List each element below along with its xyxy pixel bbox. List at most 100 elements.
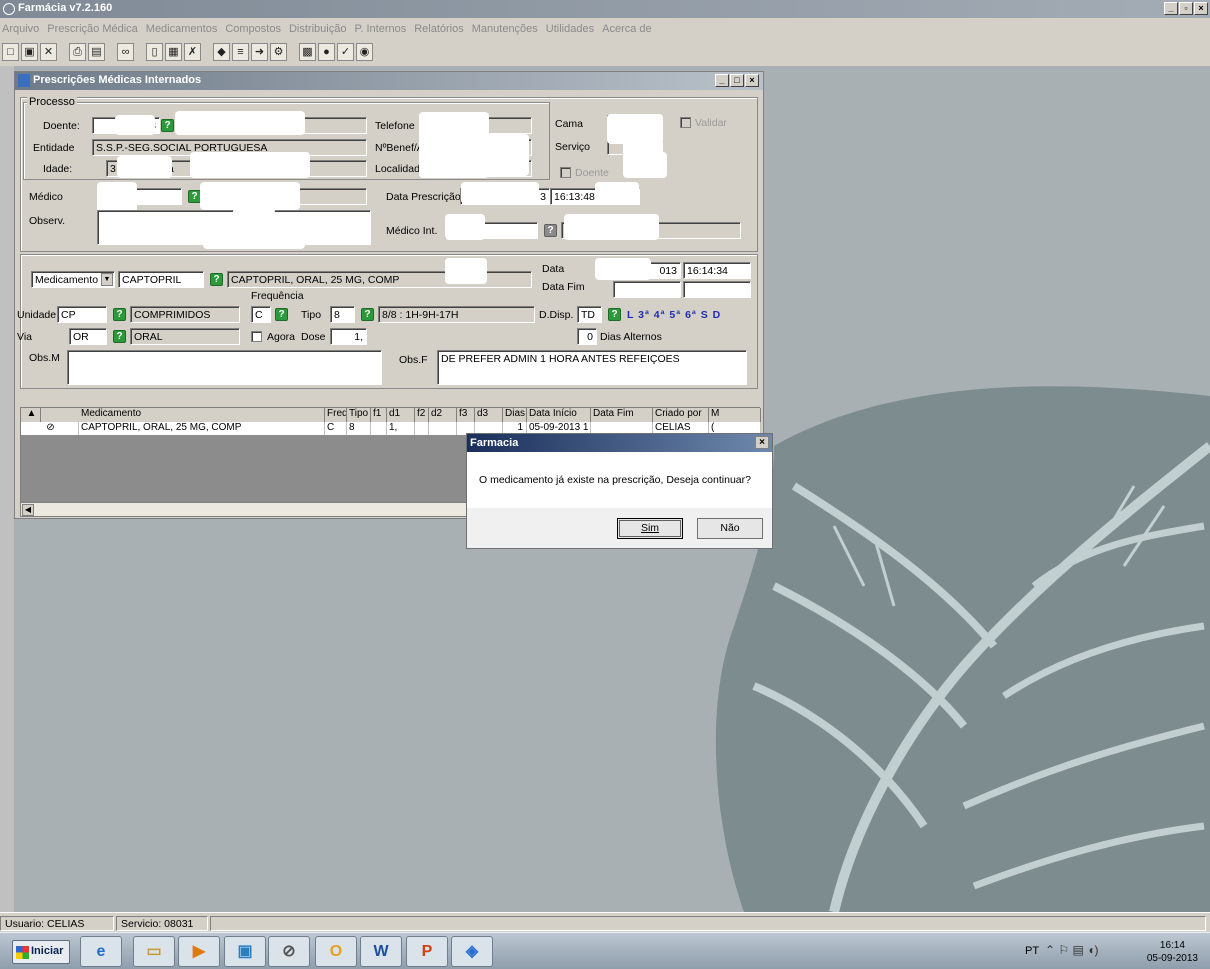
new-icon[interactable]: □ (2, 43, 19, 61)
excel-icon[interactable]: ✗ (184, 43, 201, 61)
col-criado-por[interactable]: Criado por (653, 408, 709, 422)
start-button[interactable]: Iniciar (12, 940, 71, 964)
tipo-field[interactable]: 8 (330, 306, 355, 323)
via-help-icon[interactable]: ? (113, 330, 126, 343)
col-medicamento[interactable]: Medicamento (79, 408, 325, 422)
toolbar: □ ▣ ✕ ⎙ ▤ ∞ ▯ ▦ ✗ ◆ ≡ ➜ ⚙ ▩ ● ✓ ◉ (0, 40, 1210, 66)
volume-icon[interactable]: ◖) (1087, 943, 1098, 957)
col-f2[interactable]: f2 (415, 408, 429, 422)
network-app-icon[interactable]: ▣ (224, 936, 266, 967)
menu-distribuicao[interactable]: Distribuição (289, 23, 346, 40)
outlook-icon[interactable]: O (315, 936, 357, 967)
powerpoint-icon[interactable]: P (406, 936, 448, 967)
doente-checkbox[interactable] (560, 167, 571, 178)
medicamento-code-field[interactable]: CAPTOPRIL (118, 271, 204, 288)
ddisp-help-icon[interactable]: ? (608, 308, 621, 321)
dose-field[interactable]: 1, (330, 328, 367, 345)
col-f1[interactable]: f1 (371, 408, 387, 422)
export-icon[interactable]: ▦ (165, 43, 182, 61)
sim-button[interactable]: Sim (617, 518, 683, 539)
check-icon[interactable]: ✓ (337, 43, 354, 61)
agora-checkbox[interactable] (251, 331, 262, 342)
ddisp-field[interactable]: TD (577, 306, 602, 323)
network-icon[interactable]: ▤ (1073, 943, 1084, 957)
col-f3[interactable]: f3 (457, 408, 475, 422)
dias-alternos-field[interactable]: 0 (577, 328, 597, 345)
col-tipo[interactable]: Tipo (347, 408, 371, 422)
agora-label: Agora (267, 331, 296, 343)
col-d3[interactable]: d3 (475, 408, 503, 422)
ok-icon[interactable]: ◉ (356, 43, 373, 61)
type-select[interactable]: Medicamento ▼ (31, 271, 115, 288)
close-button[interactable]: × (1194, 2, 1208, 15)
show-hidden-icons-icon[interactable]: ⌃ (1045, 943, 1055, 957)
page-icon[interactable]: ▯ (146, 43, 163, 61)
tool-icon[interactable]: ≡ (232, 43, 249, 61)
print-preview-icon[interactable]: ▤ (88, 43, 105, 61)
nao-button[interactable]: Não (697, 518, 763, 539)
data-fim-time-field[interactable] (683, 281, 751, 298)
data-time-field[interactable]: 16:14:34 (683, 262, 751, 279)
frequencia-field[interactable]: C (251, 306, 271, 323)
cell-tipo: 8 (347, 422, 371, 435)
minimize-button[interactable]: _ (715, 74, 729, 87)
obsm-field[interactable] (67, 350, 382, 385)
menu-prescricao-medica[interactable]: Prescrição Médica (47, 23, 137, 40)
windows-app-icon[interactable]: ◈ (451, 936, 493, 967)
close-button[interactable]: × (745, 74, 759, 87)
via-code-field[interactable]: OR (69, 328, 107, 345)
menu-compostos[interactable]: Compostos (225, 23, 281, 40)
tool-icon[interactable]: ◆ (213, 43, 230, 61)
medico-int-help-icon[interactable]: ? (544, 224, 557, 237)
medicamento-help-icon[interactable]: ? (210, 273, 223, 286)
col-d1[interactable]: d1 (387, 408, 415, 422)
menubar: Arquivo Prescrição Médica Medicamentos C… (0, 18, 1210, 40)
save-icon[interactable]: ▣ (21, 43, 38, 61)
scroll-left-icon[interactable]: ◀ (22, 504, 34, 516)
delete-icon[interactable]: ✕ (40, 43, 57, 61)
col-m[interactable]: M (709, 408, 761, 422)
menu-acerca-de[interactable]: Acerca de (602, 23, 652, 40)
tipo-help-icon[interactable]: ? (361, 308, 374, 321)
restore-button[interactable]: ▫ (1179, 2, 1193, 15)
redaction (115, 115, 155, 135)
menu-medicamentos[interactable]: Medicamentos (146, 23, 218, 40)
data-fim-date-field[interactable] (613, 281, 681, 298)
color-icon[interactable]: ● (318, 43, 335, 61)
word-icon[interactable]: W (360, 936, 402, 967)
menu-manutencoes[interactable]: Manutenções (472, 23, 538, 40)
exit-icon[interactable]: ➜ (251, 43, 268, 61)
col-data-inicio[interactable]: Data Início (527, 408, 591, 422)
menu-arquivo[interactable]: Arquivo (2, 23, 39, 40)
weekdays-selector[interactable]: L 3ª 4ª 5ª 6ª S D (627, 309, 721, 321)
folder-icon[interactable]: ▭ (133, 936, 175, 967)
maximize-button[interactable]: □ (730, 74, 744, 87)
menu-p-internos[interactable]: P. Internos (354, 23, 406, 40)
doente-help-icon[interactable]: ? (161, 119, 174, 132)
obsf-field[interactable]: DE PREFER ADMIN 1 HORA ANTES REFEIÇOES (437, 350, 747, 385)
col-data-fim[interactable]: Data Fim (591, 408, 653, 422)
validar-checkbox[interactable] (680, 117, 691, 128)
col-d2[interactable]: d2 (429, 408, 457, 422)
calculator-icon[interactable]: ▩ (299, 43, 316, 61)
print-icon[interactable]: ⎙ (69, 43, 86, 61)
grid-collapse-button[interactable]: ▲ (21, 408, 41, 422)
minimize-button[interactable]: _ (1164, 2, 1178, 15)
flag-icon[interactable]: ⚐ (1058, 943, 1069, 957)
unidade-code-field[interactable]: CP (57, 306, 107, 323)
clock[interactable]: 16:14 05-09-2013 (1147, 939, 1198, 965)
dialog-close-button[interactable]: × (755, 436, 769, 449)
unidade-help-icon[interactable]: ? (113, 308, 126, 321)
language-indicator[interactable]: PT (1025, 945, 1039, 957)
menu-utilidades[interactable]: Utilidades (546, 23, 594, 40)
menu-relatorios[interactable]: Relatórios (414, 23, 464, 40)
media-player-icon[interactable]: ▶ (178, 936, 220, 967)
ie-icon[interactable]: e (80, 936, 122, 967)
col-freq[interactable]: Freq (325, 408, 347, 422)
col-dias[interactable]: Dias (503, 408, 527, 422)
binoculars-icon[interactable]: ∞ (117, 43, 134, 61)
pharmacy-app-icon[interactable]: ⊘ (268, 936, 310, 967)
frequencia-help-icon[interactable]: ? (275, 308, 288, 321)
app-titlebar: Farmácia v7.2.160 _ ▫ × (0, 0, 1210, 18)
tool-icon[interactable]: ⚙ (270, 43, 287, 61)
